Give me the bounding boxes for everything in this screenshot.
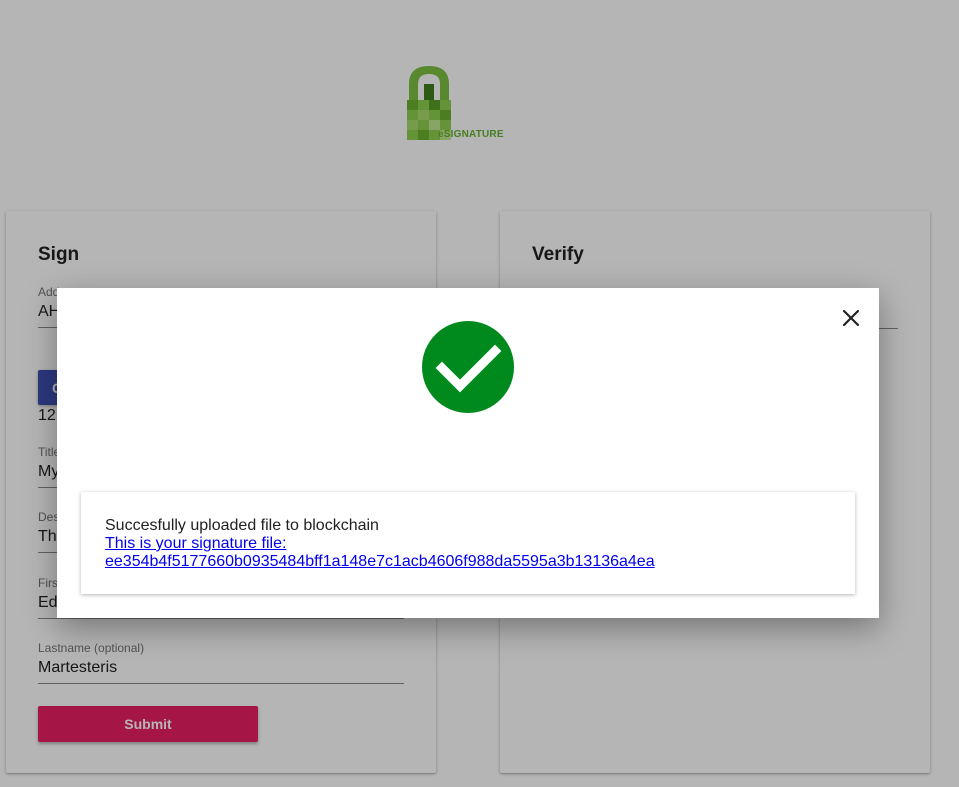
signature-hash[interactable]: ee354b4f5177660b0935484bff1a148e7c1acb46… xyxy=(105,553,655,571)
signature-link-label[interactable]: This is your signature file: xyxy=(105,535,655,553)
close-icon[interactable] xyxy=(842,309,860,327)
close-button[interactable] xyxy=(835,302,867,334)
upload-success-dialog: Succesfully uploaded file to blockchain … xyxy=(57,288,879,618)
upload-result-box: Succesfully uploaded file to blockchain … xyxy=(81,492,855,594)
signature-file-link[interactable]: This is your signature file: ee354b4f517… xyxy=(105,535,655,571)
check-circle-icon xyxy=(422,321,514,413)
upload-success-message: Succesfully uploaded file to blockchain xyxy=(105,517,379,534)
